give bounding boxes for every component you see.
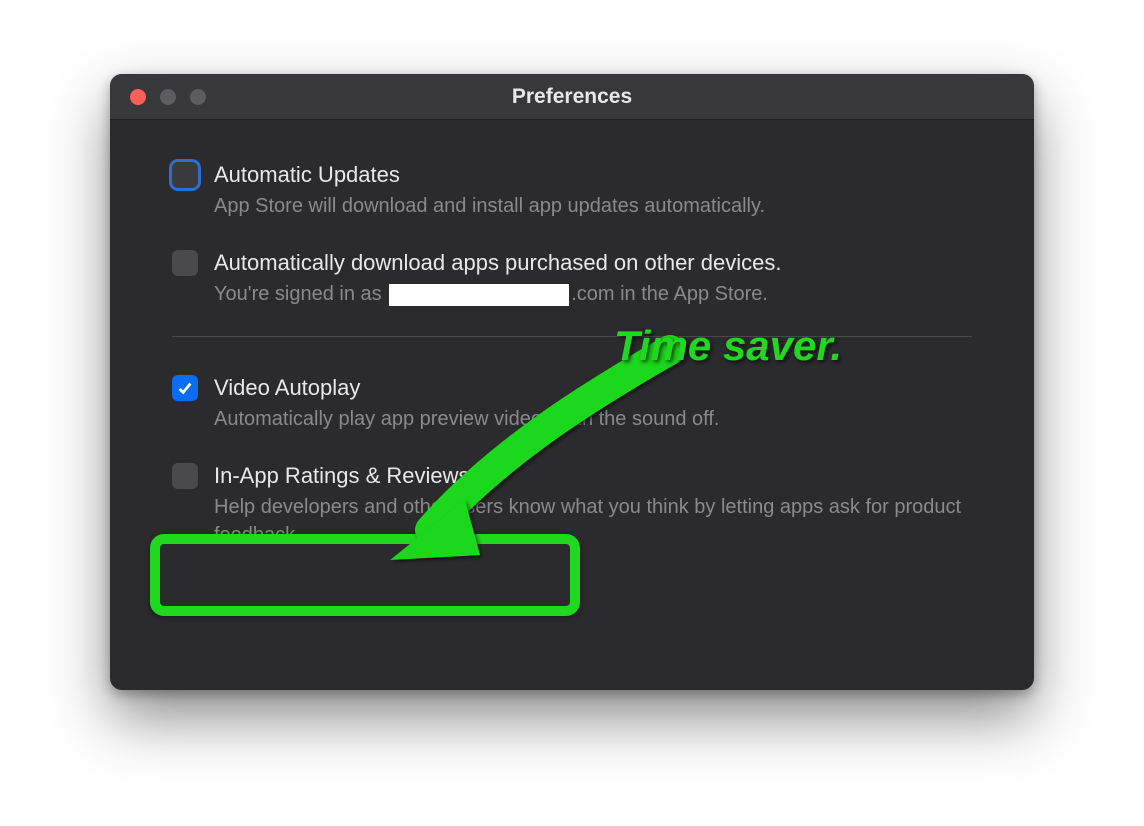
titlebar: Preferences xyxy=(110,74,1034,120)
traffic-lights xyxy=(110,89,206,105)
minimize-button[interactable] xyxy=(160,89,176,105)
setting-label: Automatically download apps purchased on… xyxy=(214,248,781,278)
setting-text: Video Autoplay Automatically play app pr… xyxy=(214,373,719,433)
setting-label: Video Autoplay xyxy=(214,373,719,403)
setting-description: Help developers and other users know wha… xyxy=(214,493,972,549)
description-suffix: .com in the App Store. xyxy=(571,283,768,305)
setting-text: In-App Ratings & Reviews Help developers… xyxy=(214,461,972,549)
auto-download-checkbox[interactable] xyxy=(172,250,198,276)
setting-label: Automatic Updates xyxy=(214,160,765,190)
preferences-window: Preferences Automatic Updates App Store … xyxy=(110,74,1034,690)
setting-description: Automatically play app preview videos wi… xyxy=(214,405,719,433)
close-button[interactable] xyxy=(130,89,146,105)
setting-description: You're signed in as .com in the App Stor… xyxy=(214,280,781,308)
setting-description: App Store will download and install app … xyxy=(214,192,765,220)
setting-automatic-updates: Automatic Updates App Store will downloa… xyxy=(172,160,972,220)
description-prefix: You're signed in as xyxy=(214,283,387,305)
automatic-updates-checkbox[interactable] xyxy=(172,162,198,188)
checkmark-icon xyxy=(176,379,194,397)
window-title: Preferences xyxy=(110,85,1034,109)
setting-label: In-App Ratings & Reviews xyxy=(214,461,972,491)
setting-auto-download: Automatically download apps purchased on… xyxy=(172,248,972,308)
maximize-button[interactable] xyxy=(190,89,206,105)
setting-video-autoplay: Video Autoplay Automatically play app pr… xyxy=(172,373,972,433)
video-autoplay-checkbox[interactable] xyxy=(172,375,198,401)
section-divider xyxy=(172,336,972,337)
setting-text: Automatically download apps purchased on… xyxy=(214,248,781,308)
ratings-reviews-checkbox[interactable] xyxy=(172,463,198,489)
redacted-email xyxy=(389,284,569,306)
setting-text: Automatic Updates App Store will downloa… xyxy=(214,160,765,220)
setting-ratings-reviews: In-App Ratings & Reviews Help developers… xyxy=(172,461,972,549)
preferences-content: Automatic Updates App Store will downloa… xyxy=(110,120,1034,607)
